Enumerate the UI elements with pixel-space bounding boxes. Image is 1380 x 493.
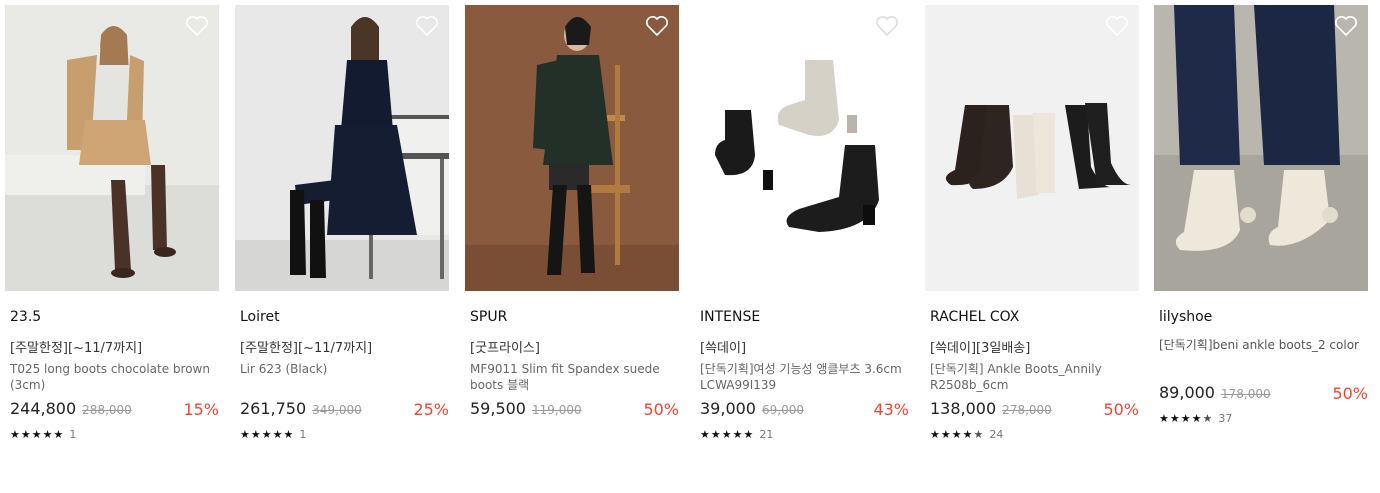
discount-rate: 43%	[873, 400, 909, 419]
discount-rate: 15%	[183, 400, 219, 419]
price-row: 59,500 119,000 50%	[465, 399, 679, 421]
discount-rate: 50%	[1332, 384, 1368, 403]
price-row: 89,000 178,000 50%	[1154, 383, 1368, 405]
discount-rate: 50%	[643, 400, 679, 419]
wishlist-heart-icon[interactable]	[1105, 15, 1129, 37]
product-image[interactable]	[5, 5, 219, 291]
product-brand[interactable]: INTENSE	[695, 309, 909, 327]
review-count: 24	[989, 427, 1004, 441]
product-photo	[5, 5, 219, 291]
review-count: 37	[1218, 411, 1233, 425]
product-tag: [주말한정][~11/7까지]	[10, 341, 143, 356]
price-row: 39,000 69,000 43%	[695, 399, 909, 421]
product-image[interactable]	[465, 5, 679, 291]
rating: ★ ★ ★ ★ ★ 1	[5, 427, 219, 441]
original-price: 119,000	[531, 403, 582, 417]
product-tag: [단독기획]beni ankle boots_2 color	[1159, 338, 1359, 352]
price-row: 138,000 278,000 50%	[925, 399, 1139, 421]
product-card[interactable]: Loiret [주말한정][~11/7까지] Lir 623 (Black) 2…	[235, 5, 449, 441]
wishlist-heart-icon[interactable]	[1334, 15, 1358, 37]
wishlist-heart-icon[interactable]	[185, 15, 209, 37]
review-count: 21	[759, 427, 774, 441]
product-grid: 23.5 [주말한정][~11/7까지] T025 long boots cho…	[0, 0, 1380, 493]
star-rating-icon: ★ ★ ★ ★ ★	[1159, 411, 1213, 425]
product-name[interactable]: [단독기획]여성 기능성 앵클부츠 3.6cm LCWA99I139	[695, 361, 909, 393]
star-rating-icon: ★ ★ ★ ★ ★	[10, 427, 64, 441]
rating: ★ ★ ★ ★ ★ 21	[695, 427, 909, 441]
original-price: 278,000	[1002, 403, 1052, 417]
product-image[interactable]	[1154, 5, 1368, 291]
product-card[interactable]: SPUR [굿프라이스] MF9011 Slim fit Spandex sue…	[465, 5, 679, 421]
product-name[interactable]: T025 long boots chocolate brown (3cm)	[5, 361, 219, 393]
product-photo	[695, 5, 909, 291]
product-image[interactable]	[925, 5, 1139, 291]
product-tag: [쓱데이][3일배송]	[930, 341, 1031, 356]
product-name[interactable]: Lir 623 (Black)	[235, 361, 449, 393]
price-row: 261,750 349,000 25%	[235, 399, 449, 421]
sale-price: 138,000	[930, 399, 997, 418]
wishlist-heart-icon[interactable]	[415, 15, 439, 37]
product-card[interactable]: RACHEL COX [쓱데이][3일배송] [단독기획] Ankle Boot…	[925, 5, 1139, 441]
original-price: 349,000	[312, 403, 362, 417]
product-tag: [주말한정][~11/7까지]	[240, 341, 373, 356]
product-tag: [쓱데이]	[700, 341, 747, 356]
product-brand[interactable]: 23.5	[5, 309, 219, 327]
product-card[interactable]: INTENSE [쓱데이] [단독기획]여성 기능성 앵클부츠 3.6cm LC…	[695, 5, 909, 441]
product-photo	[1154, 5, 1368, 291]
rating: ★ ★ ★ ★ ★ 37	[1154, 411, 1368, 425]
review-count: 1	[299, 427, 307, 441]
price-row: 244,800 288,000 15%	[5, 399, 219, 421]
star-rating-icon: ★ ★ ★ ★ ★	[700, 427, 754, 441]
sale-price: 59,500	[470, 399, 526, 418]
star-rating-icon: ★ ★ ★ ★ ★	[930, 427, 984, 441]
product-brand[interactable]: lilyshoe	[1154, 309, 1368, 327]
review-count: 1	[69, 427, 77, 441]
original-price: 288,000	[82, 403, 132, 417]
wishlist-heart-icon[interactable]	[645, 15, 669, 37]
sale-price: 244,800	[10, 399, 77, 418]
product-photo	[925, 5, 1139, 291]
product-tag: [굿프라이스]	[470, 341, 540, 356]
original-price: 178,000	[1220, 387, 1271, 401]
product-card[interactable]: 23.5 [주말한정][~11/7까지] T025 long boots cho…	[5, 5, 219, 441]
product-brand[interactable]: SPUR	[465, 309, 679, 327]
product-brand[interactable]: Loiret	[235, 309, 449, 327]
product-photo	[465, 5, 679, 291]
product-image[interactable]	[695, 5, 909, 291]
wishlist-heart-icon[interactable]	[875, 15, 899, 37]
product-name[interactable]: MF9011 Slim fit Spandex suede boots 블랙	[465, 361, 679, 393]
product-name[interactable]: [단독기획] Ankle Boots_Annily R2508b_6cm	[925, 361, 1139, 393]
product-photo	[235, 5, 449, 291]
original-price: 69,000	[761, 403, 804, 417]
discount-rate: 50%	[1103, 400, 1139, 419]
discount-rate: 25%	[413, 400, 449, 419]
product-image[interactable]	[235, 5, 449, 291]
rating: ★ ★ ★ ★ ★ 1	[235, 427, 449, 441]
sale-price: 261,750	[240, 399, 307, 418]
star-rating-icon: ★ ★ ★ ★ ★	[240, 427, 294, 441]
product-card[interactable]: lilyshoe [단독기획]beni ankle boots_2 color …	[1154, 5, 1368, 425]
product-brand[interactable]: RACHEL COX	[925, 309, 1139, 327]
sale-price: 89,000	[1159, 383, 1215, 402]
sale-price: 39,000	[700, 399, 756, 418]
rating: ★ ★ ★ ★ ★ 24	[925, 427, 1139, 441]
